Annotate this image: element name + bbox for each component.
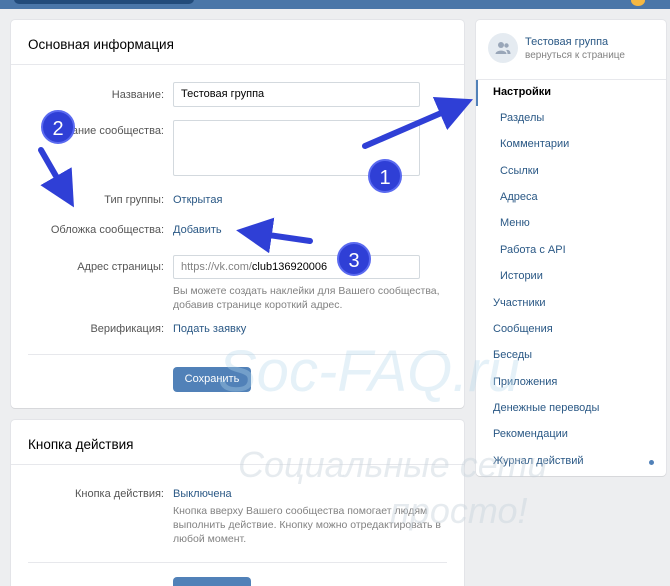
divider: [28, 354, 447, 355]
sidebar-item-action-log[interactable]: Журнал действий: [476, 449, 666, 475]
sidebar-item-links[interactable]: Ссылки: [476, 159, 666, 185]
unread-dot-icon: [649, 460, 654, 465]
verification-link[interactable]: Подать заявку: [173, 323, 246, 335]
sidebar-item-chats[interactable]: Беседы: [476, 343, 666, 369]
sidebar-item-stories[interactable]: Истории: [476, 264, 666, 290]
cover-label: Обложка сообщества:: [50, 224, 164, 236]
cover-add-link[interactable]: Добавить: [173, 224, 222, 236]
annotation-3: 3: [337, 242, 371, 276]
action-button-card: Кнопка действия Кнопка действия: Выключе…: [11, 420, 464, 586]
sidebar-item-comments[interactable]: Комментарии: [476, 132, 666, 158]
name-input[interactable]: Тестовая группа: [173, 82, 420, 107]
action-label: Кнопка действия:: [74, 488, 164, 500]
group-icon: [495, 42, 511, 54]
sidebar-item-money-transfers[interactable]: Денежные переводы: [476, 396, 666, 422]
action-state-link[interactable]: Выключена: [173, 488, 232, 500]
group-type-label: Тип группы:: [104, 194, 164, 206]
sidebar-item-messages[interactable]: Сообщения: [476, 317, 666, 343]
sidebar-item-menu[interactable]: Меню: [476, 211, 666, 237]
notification-icon[interactable]: [631, 0, 645, 6]
address-prefix: https://vk.com/: [181, 261, 252, 273]
address-value: club136920006: [251, 261, 328, 273]
search-bar[interactable]: [14, 0, 194, 4]
section-title: Кнопка действия: [11, 420, 464, 465]
sidebar-item-sections[interactable]: Разделы: [476, 106, 666, 132]
name-label: Название:: [111, 89, 164, 101]
group-avatar: [488, 33, 518, 63]
sidebar-item-members[interactable]: Участники: [476, 291, 666, 317]
address-label: Адрес страницы:: [77, 261, 164, 273]
sidebar-item-apps[interactable]: Приложения: [476, 370, 666, 396]
save-button[interactable]: Сохранить: [173, 367, 251, 392]
annotation-1: 1: [368, 159, 402, 193]
top-navbar: [0, 0, 670, 9]
action-hint: Кнопка вверху Вашего сообщества помогает…: [173, 505, 441, 545]
sidebar-item-addresses[interactable]: Адреса: [476, 185, 666, 211]
address-hint: Вы можете создать наклейки для Вашего со…: [173, 285, 440, 311]
settings-sidebar: Тестовая группа вернуться к странице Нас…: [476, 20, 666, 476]
sidebar-item-settings[interactable]: Настройки: [476, 80, 666, 106]
sidebar-item-label: Журнал действий: [493, 455, 584, 467]
divider: [28, 562, 447, 563]
description-label: ание сообщества:: [71, 125, 164, 137]
group-name[interactable]: Тестовая группа: [525, 36, 608, 48]
sidebar-item-recommendations[interactable]: Рекомендации: [476, 422, 666, 448]
group-header[interactable]: Тестовая группа вернуться к странице: [476, 20, 666, 80]
address-input[interactable]: https://vk.com/club136920006: [173, 255, 420, 279]
group-type-link[interactable]: Открытая: [173, 194, 222, 206]
main-info-card: Основная информация Название: Тестовая г…: [11, 20, 464, 408]
section-title: Основная информация: [11, 20, 464, 65]
back-to-page-link[interactable]: вернуться к странице: [525, 50, 625, 61]
annotation-2: 2: [41, 110, 75, 144]
verification-label: Верификация:: [90, 323, 164, 335]
sidebar-item-api[interactable]: Работа с API: [476, 238, 666, 264]
action-save-button[interactable]: [173, 577, 251, 586]
